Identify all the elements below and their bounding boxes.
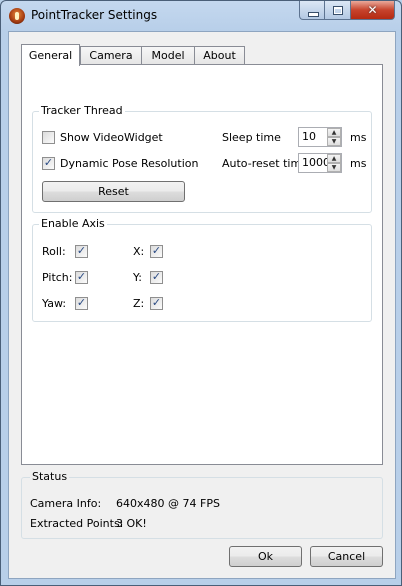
dynamic-pose-checkbox[interactable]: ✓	[42, 156, 55, 170]
show-videowidget-checkbox[interactable]	[42, 131, 55, 144]
tab-about[interactable]: About	[194, 46, 245, 64]
close-icon: ✕	[367, 3, 378, 17]
enable-axis-group: Enable Axis Roll: ✓ Pitch: ✓ Yaw: ✓ X: ✓…	[32, 217, 372, 322]
window-title: PointTracker Settings	[31, 8, 158, 22]
x-checkbox[interactable]: ✓	[150, 244, 163, 258]
pitch-label: Pitch:	[42, 271, 73, 284]
sleep-time-arrows: ▲ ▼	[327, 128, 341, 146]
tab-model[interactable]: Model	[141, 46, 195, 64]
reset-button[interactable]: Reset	[42, 181, 185, 202]
close-button[interactable]: ✕	[351, 1, 395, 20]
z-checkbox[interactable]: ✓	[150, 296, 163, 310]
minimize-button[interactable]	[299, 1, 325, 20]
app-icon	[9, 8, 25, 24]
sleep-time-value: 10	[302, 130, 316, 143]
yaw-label: Yaw:	[42, 297, 67, 310]
spin-up-icon[interactable]: ▲	[327, 128, 341, 137]
checkmark-icon: ✓	[151, 270, 162, 283]
title-bar[interactable]: PointTracker Settings ✕	[1, 1, 401, 31]
settings-window: PointTracker Settings ✕ General Camera M…	[0, 0, 402, 586]
sleep-time-label: Sleep time	[222, 131, 281, 144]
checkmark-icon: ✓	[43, 156, 54, 169]
y-checkbox[interactable]: ✓	[150, 270, 163, 284]
y-label: Y:	[133, 271, 142, 284]
spin-down-icon[interactable]: ▼	[327, 137, 341, 146]
show-videowidget-label: Show VideoWidget	[60, 131, 163, 144]
minimize-icon	[308, 12, 319, 17]
cancel-button[interactable]: Cancel	[310, 546, 383, 567]
general-tab-pane: Tracker Thread Show VideoWidget ✓ Dynami…	[21, 64, 383, 465]
checkmark-icon: ✓	[76, 296, 87, 309]
auto-reset-label: Auto-reset time	[222, 157, 308, 170]
checkmark-icon: ✓	[151, 244, 162, 257]
pitch-checkbox[interactable]: ✓	[75, 270, 88, 284]
tracker-thread-title: Tracker Thread	[39, 104, 125, 118]
roll-checkbox[interactable]: ✓	[75, 244, 88, 258]
tracker-thread-group: Tracker Thread Show VideoWidget ✓ Dynami…	[32, 104, 372, 213]
spin-up-icon[interactable]: ▲	[327, 154, 341, 163]
spin-down-icon[interactable]: ▼	[327, 163, 341, 172]
auto-reset-arrows: ▲ ▼	[327, 154, 341, 172]
yaw-checkbox[interactable]: ✓	[75, 296, 88, 310]
auto-reset-spinbox[interactable]: 1000 ▲ ▼	[298, 153, 342, 173]
dialog-client: General Camera Model About Tracker Threa…	[8, 31, 396, 579]
status-group: Status Camera Info: 640x480 @ 74 FPS Ext…	[21, 470, 383, 539]
maximize-icon	[333, 6, 343, 15]
sleep-time-spinbox[interactable]: 10 ▲ ▼	[298, 127, 342, 147]
sleep-time-unit: ms	[350, 131, 367, 144]
checkmark-icon: ✓	[76, 270, 87, 283]
ok-button[interactable]: Ok	[229, 546, 302, 567]
status-title: Status	[30, 470, 70, 484]
caption-buttons: ✕	[299, 1, 395, 21]
tab-camera[interactable]: Camera	[80, 46, 142, 64]
enable-axis-title: Enable Axis	[39, 217, 107, 231]
checkmark-icon: ✓	[76, 244, 87, 257]
tab-general[interactable]: General	[21, 44, 80, 66]
checkmark-icon: ✓	[151, 296, 162, 309]
dynamic-pose-label: Dynamic Pose Resolution	[60, 157, 199, 170]
x-label: X:	[133, 245, 145, 258]
extracted-points-value: 3 OK!	[116, 517, 147, 530]
extracted-points-label: Extracted Points:	[30, 517, 124, 530]
camera-info-value: 640x480 @ 74 FPS	[116, 497, 220, 510]
maximize-button[interactable]	[325, 1, 351, 20]
z-label: Z:	[133, 297, 145, 310]
auto-reset-unit: ms	[350, 157, 367, 170]
roll-label: Roll:	[42, 245, 66, 258]
camera-info-label: Camera Info:	[30, 497, 102, 510]
auto-reset-value: 1000	[302, 156, 330, 169]
